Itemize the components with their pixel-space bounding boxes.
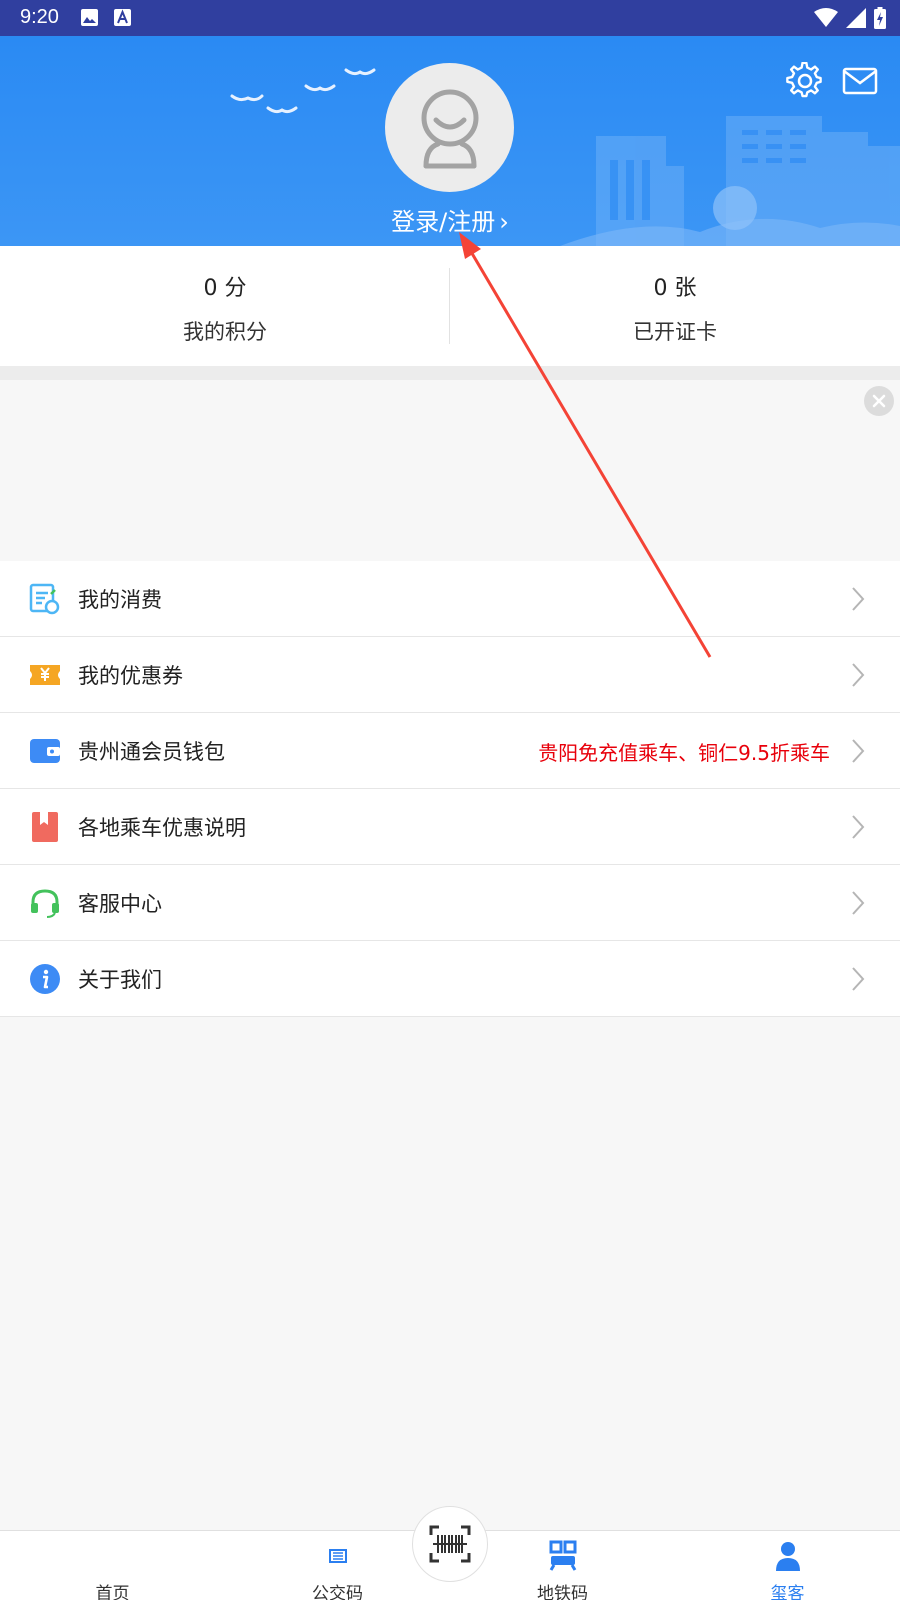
user-icon [776,1542,800,1571]
scan-button[interactable] [412,1506,488,1582]
tab-label: 玺客 [770,1584,805,1600]
cards-value: 0 张 [653,276,697,301]
stats-panel: 0 分 我的积分 0 张 已开证卡 [0,246,900,366]
menu-label: 我的消费 [78,588,162,612]
tab-home[interactable]: 首页 [0,1531,225,1600]
user-avatar-placeholder-icon [421,89,478,168]
points-stat[interactable]: 0 分 我的积分 [0,246,450,366]
login-register-link[interactable]: 登录/注册 › [0,202,900,237]
banner-area [0,380,900,560]
tab-label: 首页 [95,1584,130,1600]
close-icon [872,394,886,408]
status-time: 9:20 [20,6,59,28]
menu-label: 贵州通会员钱包 [78,740,225,764]
menu-item-coupons[interactable]: 我的优惠券 [0,637,900,713]
close-banner-button[interactable] [864,386,894,416]
profile-header: 登录/注册 › [0,36,900,246]
chevron-right-icon: › [499,208,509,236]
barcode-scan-icon [429,1525,471,1563]
chevron-right-icon [852,663,865,687]
status-bar: 9:20 [0,0,900,36]
tab-label: 公交码 [312,1584,363,1600]
cards-label: 已开证卡 [633,320,717,344]
tab-profile[interactable]: 玺客 [675,1531,900,1600]
menu-label: 各地乘车优惠说明 [78,816,246,840]
font-notification-icon [114,9,131,26]
menu-item-wallet[interactable]: 贵州通会员钱包 贵阳免充值乘车、铜仁9.5折乘车 [0,713,900,789]
signal-icon [846,8,866,28]
menu-item-about-us[interactable]: 关于我们 [0,941,900,1017]
menu-item-ride-discounts[interactable]: 各地乘车优惠说明 [0,789,900,865]
menu-label: 我的优惠券 [78,664,183,688]
coupon-icon [30,665,60,685]
points-value: 0 分 [203,276,247,301]
gear-icon[interactable] [786,62,824,100]
menu-item-consumption[interactable]: 我的消费 [0,561,900,637]
headset-icon [31,889,59,918]
menu-item-customer-service[interactable]: 客服中心 [0,865,900,941]
info-icon [30,964,60,994]
bus-code-icon [329,1549,347,1563]
menu-list: 我的消费 我的优惠券 贵州通会员钱包 贵阳免充值乘车、铜仁9.5折乘车 各地乘车… [0,561,900,1017]
cards-stat[interactable]: 0 张 已开证卡 [450,246,900,366]
wallet-icon [30,739,60,763]
menu-label: 客服中心 [78,892,162,916]
mail-icon[interactable] [842,66,878,96]
image-notification-icon [81,9,98,26]
chevron-right-icon [852,967,865,991]
chevron-right-icon [852,891,865,915]
section-separator [0,366,900,380]
tab-label: 地铁码 [537,1584,588,1600]
points-label: 我的积分 [183,320,267,344]
chevron-right-icon [852,739,865,763]
bookmark-icon [32,812,58,842]
metro-code-icon [549,1540,577,1571]
receipt-icon [29,583,60,615]
chevron-right-icon [852,815,865,839]
chevron-right-icon [852,587,865,611]
avatar[interactable] [385,63,514,192]
login-register-label: 登录/注册 [391,208,496,236]
wifi-icon [814,8,838,27]
battery-icon [874,7,886,29]
menu-label: 关于我们 [78,968,162,992]
wallet-promo-note: 贵阳免充值乘车、铜仁9.5折乘车 [538,741,830,765]
